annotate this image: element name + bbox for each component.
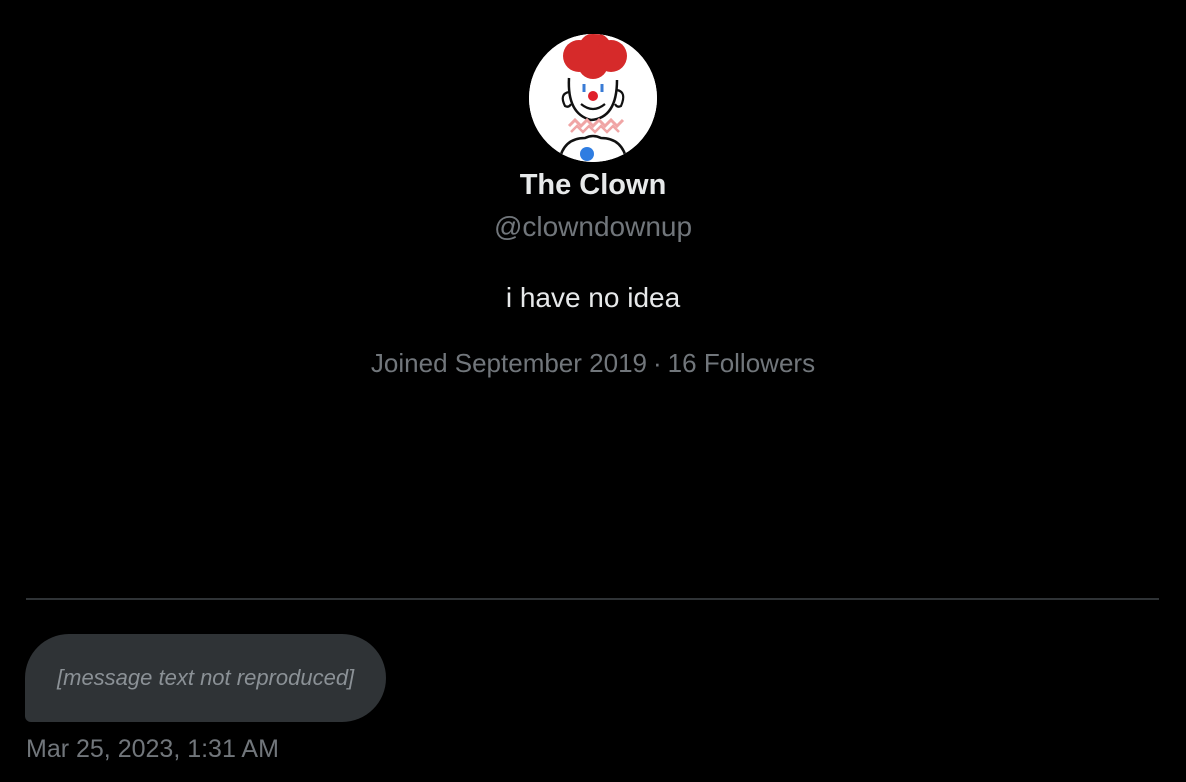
message-timestamp: Mar 25, 2023, 1:31 AM <box>26 735 279 763</box>
meta-separator: · <box>653 348 662 378</box>
display-name[interactable]: The Clown <box>520 168 667 202</box>
conversation-divider <box>26 598 1159 600</box>
profile-header: The Clown @clowndownup i have no idea Jo… <box>0 34 1186 380</box>
dm-conversation-page: The Clown @clowndownup i have no idea Jo… <box>0 0 1186 782</box>
username-handle[interactable]: @clowndownup <box>494 210 692 244</box>
message-text-omitted: [message text not reproduced] <box>57 665 355 690</box>
joined-date: Joined September 2019 <box>370 348 647 378</box>
received-message-bubble[interactable]: [message text not reproduced] <box>25 634 387 722</box>
profile-meta: Joined September 2019 · 16 Followers <box>371 346 815 380</box>
profile-bio: i have no idea <box>505 282 681 313</box>
clown-avatar-icon[interactable] <box>529 34 657 162</box>
followers-count[interactable]: 16 Followers <box>668 348 815 378</box>
